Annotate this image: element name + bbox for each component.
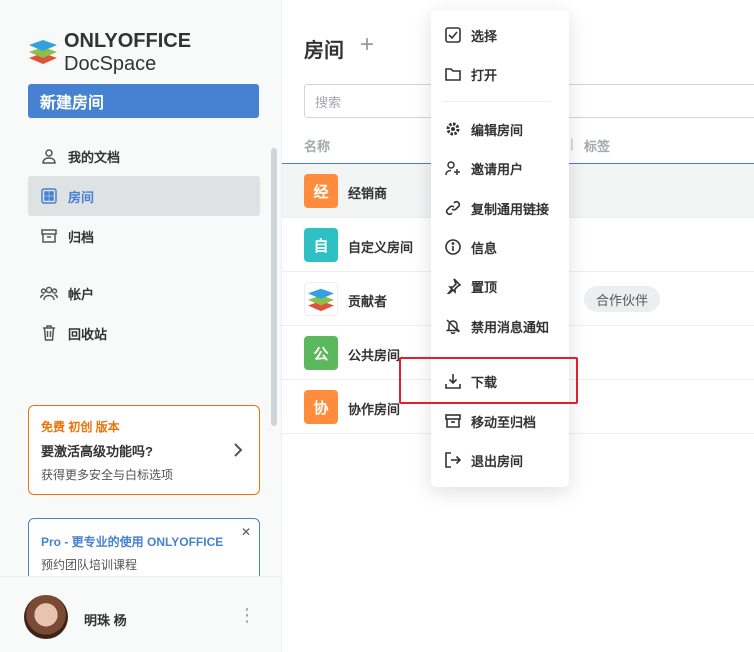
tag-badge[interactable]: 合作伙伴 [584, 286, 661, 312]
context-menu: 选择 打开 编辑房间 邀请用户 复制通用链接 信息 置顶 禁用消息通知 下载 移… [431, 10, 569, 487]
close-icon[interactable]: ✕ [241, 525, 251, 539]
promo-subtitle: 获得更多安全与白标选项 [41, 468, 174, 482]
menu-item-info[interactable]: 信息 [431, 230, 569, 264]
checkbox-icon [443, 25, 463, 45]
room-icon: 协 [304, 390, 338, 424]
archive-icon [40, 227, 58, 245]
room-icon: 经 [304, 174, 338, 208]
menu-item-label: 邀请用户 [471, 161, 524, 177]
gear-icon [443, 119, 463, 139]
download-icon [443, 371, 463, 391]
menu-item-label: 打开 [471, 67, 498, 83]
column-header-tags[interactable]: 标签 [584, 136, 610, 155]
avatar[interactable] [24, 595, 68, 639]
more-vertical-icon[interactable]: ⋮ [238, 605, 256, 626]
pin-icon [443, 276, 463, 296]
menu-item-label: 信息 [471, 240, 498, 256]
menu-item-label: 移动至归档 [471, 414, 537, 430]
pro-title: Pro - 更专业的使用 ONLYOFFICE [41, 535, 224, 549]
sidebar-nav: 我的文档 房间 归档 帐户 回收站 [28, 136, 260, 353]
profile-name: 明珠 杨 [84, 613, 127, 628]
add-user-icon [443, 158, 463, 178]
onlyoffice-logo-icon [28, 37, 58, 70]
upgrade-promo-card[interactable]: 免费 初创 版本 要激活高级功能吗? 获得更多安全与白标选项 [28, 405, 260, 495]
menu-item-download[interactable]: 下载 [431, 364, 569, 398]
logo-text: ONLYOFFICE DocSpace [64, 30, 192, 75]
room-name: 贡献者 [348, 294, 388, 309]
menu-item-leave-room[interactable]: 退出房间 [431, 443, 569, 477]
menu-item-move-to-archive[interactable]: 移动至归档 [431, 404, 569, 438]
column-divider: | [570, 136, 574, 151]
room-name: 协作房间 [348, 402, 401, 417]
room-name: 自定义房间 [348, 240, 414, 255]
app-window: ONLYOFFICE DocSpace 新建房间 我的文档 房间 归档 帐户 回… [0, 0, 754, 652]
profile-bar: 明珠 杨 ⋮ [0, 576, 281, 652]
sidebar-item-label: 我的文档 [68, 149, 121, 165]
room-name: 公共房间 [348, 348, 401, 363]
sidebar-item-label: 归档 [68, 229, 95, 245]
sidebar: ONLYOFFICE DocSpace 新建房间 我的文档 房间 归档 帐户 回… [0, 0, 282, 652]
menu-item-pin[interactable]: 置顶 [431, 269, 569, 303]
promo-tag: 免费 初创 版本 [41, 420, 120, 434]
sidebar-item-label: 房间 [68, 189, 95, 205]
menu-item-edit-room[interactable]: 编辑房间 [431, 112, 569, 146]
menu-item-copy-link[interactable]: 复制通用链接 [431, 191, 569, 225]
mute-icon [443, 316, 463, 336]
page-title: 房间 [304, 40, 344, 62]
sidebar-item-rooms[interactable]: 房间 [28, 176, 260, 216]
menu-item-label: 禁用消息通知 [471, 319, 550, 335]
accounts-icon [40, 284, 58, 302]
menu-item-label: 选择 [471, 28, 498, 44]
trash-icon [40, 324, 58, 342]
menu-item-select[interactable]: 选择 [431, 18, 569, 52]
rooms-icon [40, 187, 58, 205]
add-icon[interactable]: + [360, 31, 374, 59]
pro-subtitle: 预约团队培训课程 [41, 558, 138, 572]
new-room-button[interactable]: 新建房间 [28, 84, 259, 118]
menu-item-invite-users[interactable]: 邀请用户 [431, 151, 569, 185]
exit-icon [443, 450, 463, 470]
sidebar-item-accounts[interactable]: 帐户 [28, 273, 260, 313]
onlyoffice-logo-icon [304, 282, 338, 316]
menu-item-label: 退出房间 [471, 453, 524, 469]
menu-item-label: 编辑房间 [471, 122, 524, 138]
sidebar-scrollbar[interactable] [271, 148, 277, 426]
archive-icon [443, 411, 463, 431]
sidebar-item-label: 回收站 [68, 326, 108, 342]
info-icon [443, 237, 463, 257]
sidebar-item-trash[interactable]: 回收站 [28, 313, 260, 353]
chevron-right-icon[interactable] [233, 442, 243, 463]
column-header-name[interactable]: 名称 [304, 136, 330, 155]
room-icon: 公 [304, 336, 338, 370]
sidebar-item-archive[interactable]: 归档 [28, 216, 260, 256]
room-name: 经销商 [348, 186, 388, 201]
menu-item-label: 复制通用链接 [471, 201, 550, 217]
link-icon [443, 198, 463, 218]
sidebar-item-label: 帐户 [68, 286, 95, 302]
menu-item-open[interactable]: 打开 [431, 57, 569, 91]
sidebar-item-my-documents[interactable]: 我的文档 [28, 136, 260, 176]
person-icon [40, 147, 58, 165]
menu-item-label: 下载 [471, 374, 498, 390]
folder-icon [443, 64, 463, 84]
promo-title: 要激活高级功能吗? [41, 444, 153, 459]
menu-item-mute-notifications[interactable]: 禁用消息通知 [431, 309, 569, 343]
menu-divider [443, 101, 551, 102]
room-icon: 自 [304, 228, 338, 262]
logo[interactable]: ONLYOFFICE DocSpace [28, 30, 281, 76]
menu-item-label: 置顶 [471, 279, 498, 295]
